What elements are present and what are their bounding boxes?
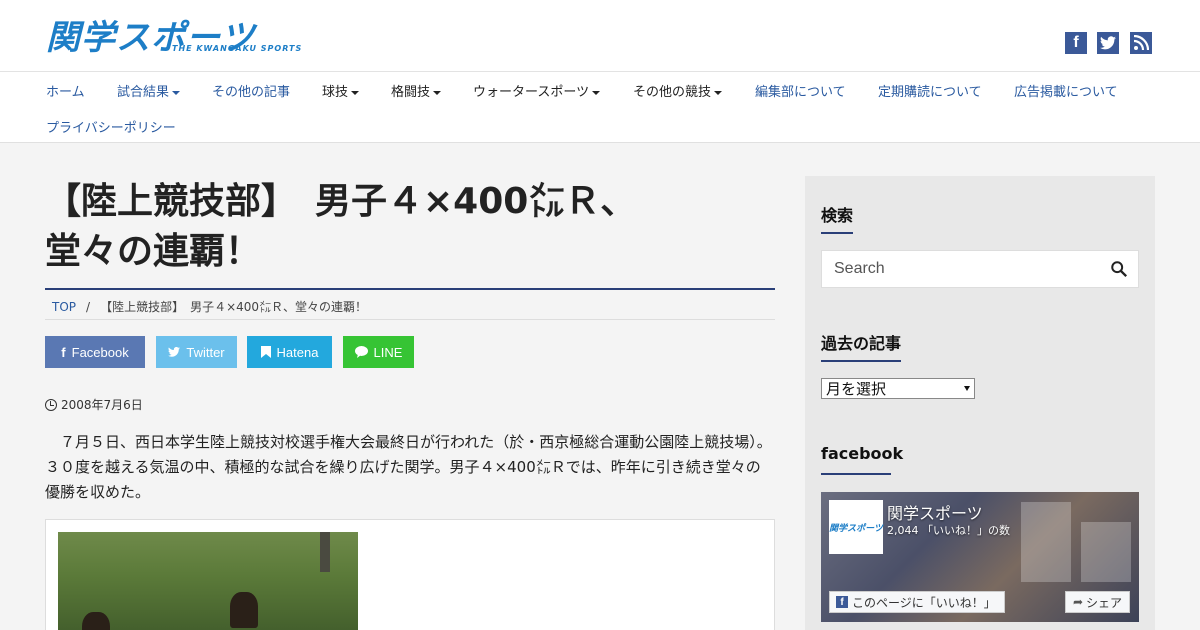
logo-subtitle: THE KWANGAKU SPORTS: [172, 44, 303, 53]
clock-icon: [45, 398, 57, 411]
article-figure: [45, 519, 775, 630]
speech-bubble-icon: [354, 346, 368, 358]
facebook-page-plugin[interactable]: 関学スポーツ 関学スポーツ 2,044 「いいね！」の数 f このページに「いいね…: [821, 492, 1139, 622]
share-facebook-button[interactable]: f Facebook: [45, 336, 145, 368]
publish-date: 2008年7月6日: [45, 396, 143, 413]
archive-month-select[interactable]: 月を選択: [821, 378, 975, 399]
facebook-like-button[interactable]: f このページに「いいね！」: [829, 591, 1005, 613]
search-input[interactable]: [822, 251, 1102, 287]
rss-feed-icon: [1133, 35, 1149, 51]
twitter-icon[interactable]: [1097, 32, 1119, 54]
facebook-like-count: 2,044 「いいね！」の数: [887, 524, 1010, 537]
breadcrumb: TOP / 【陸上競技部】 男子４×400㍍Ｒ、堂々の連覇！: [45, 290, 775, 320]
article-body: ７月５日、西日本学生陸上競技対校選手権大会最終日が行われた（於・西京極総合運動公…: [45, 433, 772, 501]
nav-advertising[interactable]: 広告掲載について: [1014, 81, 1118, 100]
nav-other-articles[interactable]: その他の記事: [212, 81, 290, 100]
nav-subscription[interactable]: 定期購読について: [878, 81, 982, 100]
chevron-down-icon: [964, 386, 970, 391]
share-arrow-icon: ➦: [1072, 595, 1084, 609]
article-title: 【陸上競技部】 男子４×400㍍Ｒ、 堂々の連覇！: [45, 181, 637, 272]
facebook-page-thumbnail[interactable]: 関学スポーツ: [829, 500, 883, 554]
archive-widget-title: 過去の記事: [821, 334, 902, 353]
nav-martial-arts[interactable]: 格闘技: [391, 81, 442, 100]
main-nav: ホーム 試合結果 その他の記事 球技 格闘技 ウォータースポーツ その他の競技 …: [0, 72, 1200, 143]
share-twitter-button[interactable]: Twitter: [156, 336, 237, 368]
facebook-icon: f: [61, 344, 66, 360]
photo-runner: [230, 592, 258, 628]
nav-results[interactable]: 試合結果: [117, 81, 181, 100]
twitter-bird-icon: [1100, 36, 1116, 50]
facebook-widget-title: facebook: [821, 444, 904, 463]
widget-title-underline: [821, 360, 901, 362]
twitter-icon: [168, 347, 181, 357]
facebook-share-button[interactable]: ➦ シェア: [1065, 591, 1130, 613]
facebook-page-name[interactable]: 関学スポーツ: [887, 500, 983, 524]
facebook-icon: f: [836, 596, 848, 608]
photo-runner: [82, 612, 110, 630]
search-widget-title: 検索: [821, 206, 854, 225]
share-hatena-button[interactable]: Hatena: [247, 336, 332, 368]
chevron-down-icon: [592, 90, 601, 95]
nav-home[interactable]: ホーム: [46, 81, 85, 100]
nav-about-editorial[interactable]: 編集部について: [755, 81, 846, 100]
article: 【陸上競技部】 男子４×400㍍Ｒ、 堂々の連覇！ TOP / 【陸上競技部】 男子…: [45, 143, 775, 630]
nav-other-sports[interactable]: その他の競技: [633, 81, 723, 100]
share-line-button[interactable]: LINE: [343, 336, 414, 368]
widget-title-underline: [821, 232, 853, 234]
chevron-down-icon: [351, 90, 360, 95]
breadcrumb-current: 【陸上競技部】 男子４×400㍍Ｒ、堂々の連覇！: [100, 300, 368, 314]
nav-water-sports[interactable]: ウォータースポーツ: [473, 81, 601, 100]
cover-decoration: [1021, 502, 1071, 582]
widget-title-underline: [821, 473, 891, 475]
photo-pole: [320, 532, 330, 572]
search-icon[interactable]: [1110, 260, 1128, 278]
breadcrumb-top-link[interactable]: TOP: [52, 300, 76, 314]
chevron-down-icon: [714, 90, 723, 95]
cover-decoration: [1081, 522, 1131, 582]
search-form: [821, 250, 1139, 288]
nav-ball-sports[interactable]: 球技: [322, 81, 360, 100]
chevron-down-icon: [433, 90, 442, 95]
breadcrumb-separator: /: [86, 300, 91, 314]
facebook-icon[interactable]: f: [1065, 32, 1087, 54]
nav-privacy-policy[interactable]: プライバシーポリシー: [46, 117, 176, 136]
article-photo[interactable]: [58, 532, 358, 630]
bookmark-icon: [260, 346, 271, 358]
rss-icon[interactable]: [1130, 32, 1152, 54]
sidebar: 検索 過去の記事 月を選択 facebook 関学スポーツ 関学スポーツ 2,0…: [805, 176, 1155, 630]
site-logo[interactable]: 関学スポーツ THE KWANGAKU SPORTS: [46, 16, 342, 58]
site-header: 関学スポーツ THE KWANGAKU SPORTS f: [0, 0, 1200, 72]
chevron-down-icon: [172, 90, 181, 95]
